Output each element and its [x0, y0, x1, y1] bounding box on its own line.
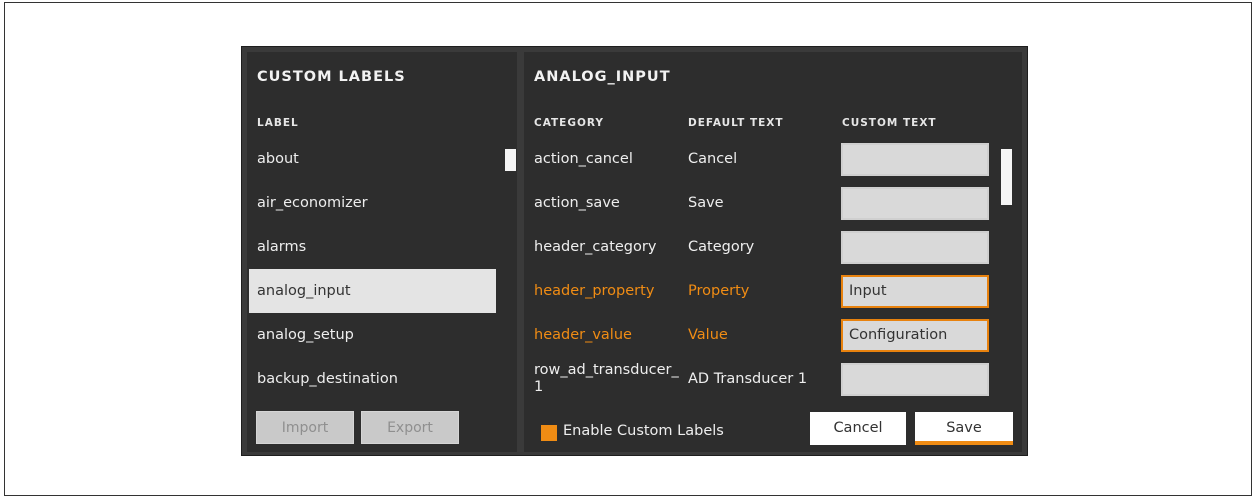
- custom-text-column-header: CUSTOM TEXT: [842, 117, 937, 129]
- default-text-cell: AD Transducer 1: [688, 371, 808, 387]
- category-cell: header_property: [534, 282, 655, 299]
- labels-panel-title: CUSTOM LABELS: [257, 69, 406, 85]
- save-button-label: Save: [946, 420, 982, 436]
- editor-panel-title: ANALOG_INPUT: [534, 69, 671, 85]
- labels-panel: CUSTOM LABELS LABEL about air_economizer…: [247, 52, 517, 452]
- custom-labels-dialog: CUSTOM LABELS LABEL about air_economizer…: [241, 46, 1028, 456]
- category-cell: header_value: [534, 326, 632, 343]
- table-row: header_property Property Input: [524, 269, 1004, 313]
- enable-custom-labels-label: Enable Custom Labels: [563, 423, 724, 439]
- enable-custom-labels-checkbox[interactable]: [541, 425, 557, 441]
- save-button[interactable]: Save: [915, 412, 1013, 445]
- default-text-cell: Property: [688, 283, 750, 299]
- label-editor-panel: ANALOG_INPUT CATEGORY DEFAULT TEXT CUSTO…: [524, 52, 1022, 452]
- custom-text-input[interactable]: [841, 231, 989, 264]
- category-column-header: CATEGORY: [534, 117, 605, 129]
- category-cell: action_save: [534, 194, 620, 211]
- import-button[interactable]: Import: [256, 411, 354, 444]
- label-item-backup-destination[interactable]: backup_destination: [249, 357, 496, 401]
- category-cell: header_category: [534, 238, 657, 255]
- default-text-cell: Cancel: [688, 151, 738, 167]
- labels-scrollbar-thumb[interactable]: [505, 149, 516, 171]
- cancel-button[interactable]: Cancel: [810, 412, 906, 445]
- category-cell: action_cancel: [534, 150, 633, 167]
- label-item-analog-setup[interactable]: analog_setup: [249, 313, 496, 357]
- table-row: action_save Save: [524, 181, 1004, 225]
- custom-text-input[interactable]: Input: [841, 275, 989, 308]
- table-row: header_value Value Configuration: [524, 313, 1004, 357]
- label-item-air-economizer[interactable]: air_economizer: [249, 181, 496, 225]
- label-column-header: LABEL: [257, 117, 299, 129]
- table-row: header_category Category: [524, 225, 1004, 269]
- category-cell: row_ad_transducer_1: [534, 362, 679, 395]
- default-text-cell: Category: [688, 239, 755, 255]
- default-text-cell: Value: [688, 327, 728, 343]
- custom-text-input[interactable]: [841, 143, 989, 176]
- default-text-column-header: DEFAULT TEXT: [688, 117, 784, 129]
- label-list: about air_economizer alarms analog_input…: [249, 137, 496, 401]
- table-row: row_ad_transducer_1 AD Transducer 1: [524, 357, 1004, 401]
- custom-text-input[interactable]: Configuration: [841, 319, 989, 352]
- export-button[interactable]: Export: [361, 411, 459, 444]
- label-item-about[interactable]: about: [249, 137, 496, 181]
- table-row: action_cancel Cancel: [524, 137, 1004, 181]
- default-text-cell: Save: [688, 195, 724, 211]
- custom-text-input[interactable]: [841, 363, 989, 396]
- custom-text-input[interactable]: [841, 187, 989, 220]
- label-item-alarms[interactable]: alarms: [249, 225, 496, 269]
- rows-scrollbar-thumb[interactable]: [1001, 149, 1012, 205]
- save-button-accent: [915, 441, 1013, 445]
- label-item-analog-input[interactable]: analog_input: [249, 269, 496, 313]
